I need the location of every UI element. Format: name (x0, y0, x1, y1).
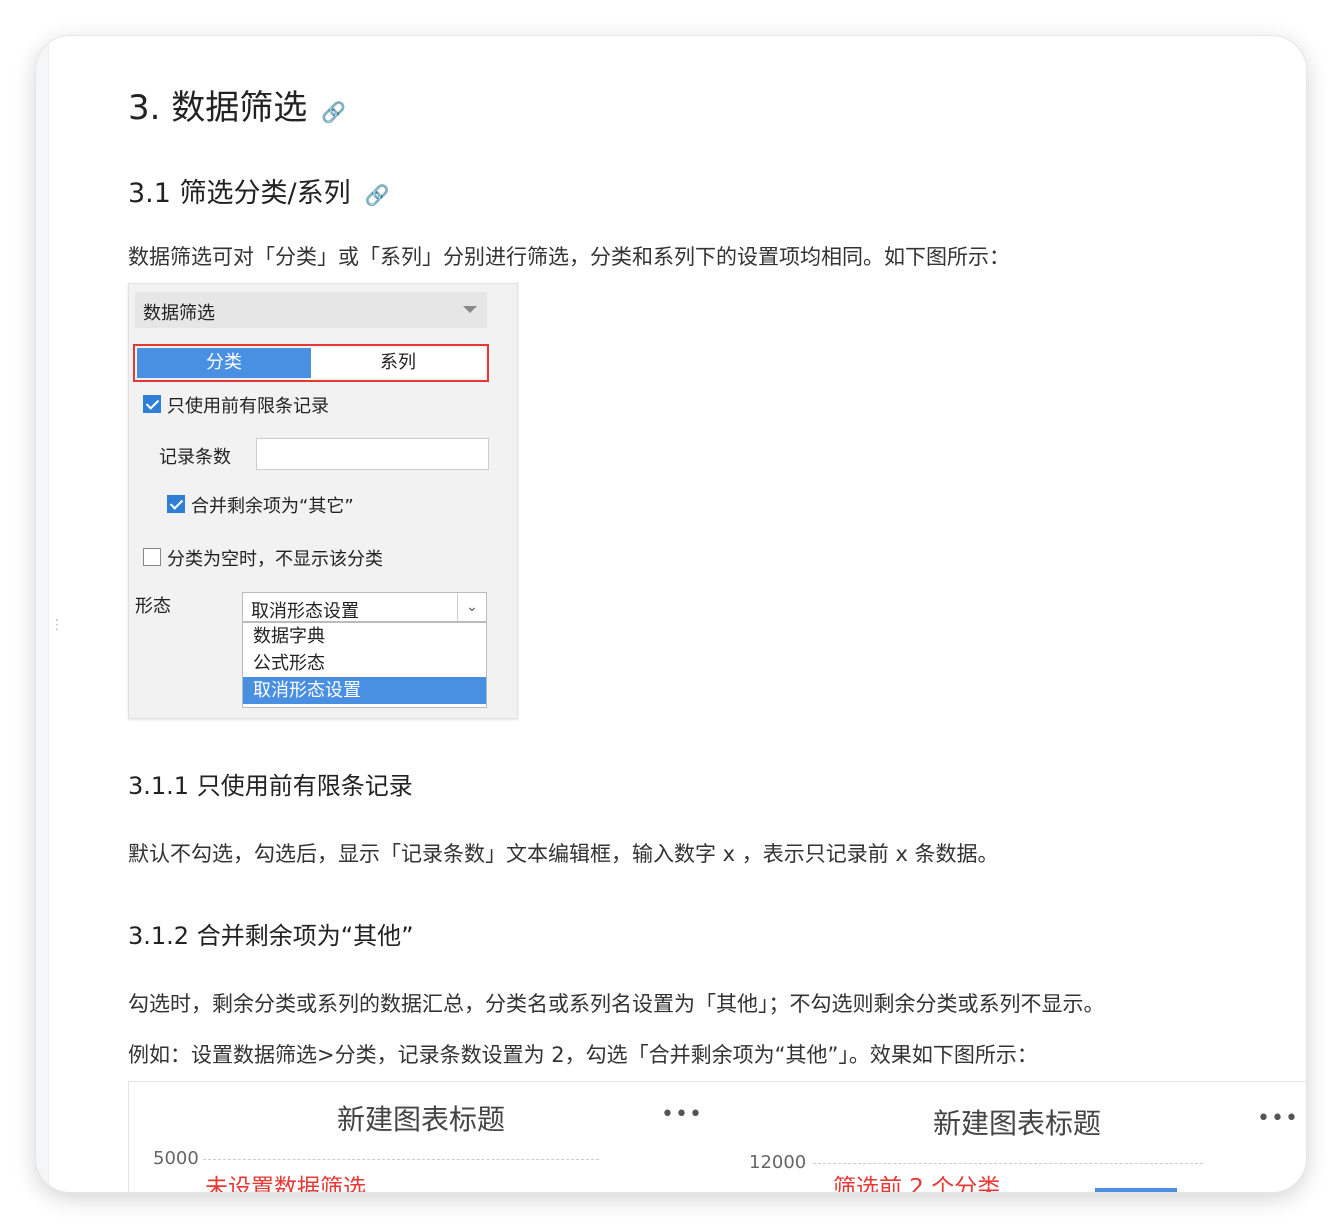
record-count-input[interactable] (256, 438, 489, 470)
chart-1-gridline (203, 1159, 599, 1160)
form-option-dictionary[interactable]: 数据字典 (243, 623, 486, 650)
form-option-formula[interactable]: 公式形态 (243, 650, 486, 677)
chart-1-note: 未设置数据筛选 (205, 1175, 366, 1192)
chart-2-title: 新建图表标题 (933, 1107, 1102, 1140)
chart-2-ytick: 12000 (749, 1152, 807, 1173)
form-select[interactable]: 取消形态设置 ⌄ (242, 592, 487, 622)
section-3-1-2-desc1: 勾选时，剩余分类或系列的数据汇总，分类名或系列名设置为「其他」；不勾选则剩余分类… (128, 992, 1105, 1016)
form-option-cancel[interactable]: 取消形态设置 (243, 677, 486, 704)
chart-2-gridline (813, 1163, 1203, 1164)
data-filter-panel: 数据筛选 分类 系列 只使用前有限条记录 记录条数 合并剩余项为“其它” 分类为… (128, 283, 518, 719)
hide-empty-category-checkbox[interactable] (143, 548, 161, 566)
category-series-toggle: 分类 系列 (133, 344, 489, 382)
form-dropdown: 数据字典 公式形态 取消形态设置 (242, 622, 487, 708)
merge-remaining-checkbox[interactable] (167, 495, 185, 513)
tab-series[interactable]: 系列 (311, 348, 485, 378)
panel-header[interactable]: 数据筛选 (135, 292, 487, 328)
limit-records-checkbox[interactable] (143, 395, 161, 413)
limit-records-label: 只使用前有限条记录 (167, 396, 329, 417)
panel-header-label: 数据筛选 (143, 303, 215, 324)
chart-1-title: 新建图表标题 (337, 1103, 506, 1136)
chart-2-more-icon[interactable]: ••• (1257, 1106, 1299, 1131)
section-3-1-desc: 数据筛选可对「分类」或「系列」分别进行筛选，分类和系列下的设置项均相同。如下图所… (128, 245, 1010, 269)
chevron-down-icon[interactable]: ⌄ (457, 593, 486, 621)
chart-1-more-icon[interactable]: ••• (661, 1102, 703, 1127)
merge-remaining-label: 合并剩余项为“其它” (191, 496, 354, 517)
form-select-value: 取消形态设置 (251, 601, 359, 622)
left-gutter (36, 36, 49, 1192)
section-3-1-1-title: 3.1.1 只使用前有限条记录 (128, 772, 413, 800)
page-title: 3. 数据筛选 🔗 (128, 88, 347, 128)
section-3-1-2-desc2: 例如：设置数据筛选>分类，记录条数设置为 2，勾选「合并剩余项为“其他”」。效果… (128, 1043, 1038, 1067)
chart-2-note: 筛选前 2 个分类 (833, 1175, 1001, 1192)
record-count-label: 记录条数 (159, 447, 231, 468)
chart-examples: 新建图表标题 ••• 5000 未设置数据筛选 新建图表标题 ••• 12000… (128, 1081, 1306, 1192)
section-3-1-2-title: 3.1.2 合并剩余项为“其他” (128, 922, 414, 950)
link-icon[interactable]: 🔗 (321, 100, 346, 124)
resize-grip-icon[interactable]: ⋮ (50, 618, 64, 632)
chart-1-ytick: 5000 (153, 1148, 199, 1169)
section-3-1-title: 3.1 筛选分类/系列 🔗 (128, 178, 390, 209)
hide-empty-category-label: 分类为空时，不显示该分类 (167, 549, 383, 570)
doc-window: ⋮ 3. 数据筛选 🔗 3.1 筛选分类/系列 🔗 数据筛选可对「分类」或「系列」分… (36, 36, 1306, 1192)
form-label: 形态 (135, 596, 171, 617)
caret-down-icon (463, 306, 477, 313)
chart-2-bar (1095, 1188, 1177, 1192)
link-icon[interactable]: 🔗 (365, 183, 390, 207)
section-3-1-1-desc: 默认不勾选，勾选后，显示「记录条数」文本编辑框，输入数字 x ，表示只记录前 x… (128, 842, 999, 866)
tab-category[interactable]: 分类 (137, 348, 311, 378)
